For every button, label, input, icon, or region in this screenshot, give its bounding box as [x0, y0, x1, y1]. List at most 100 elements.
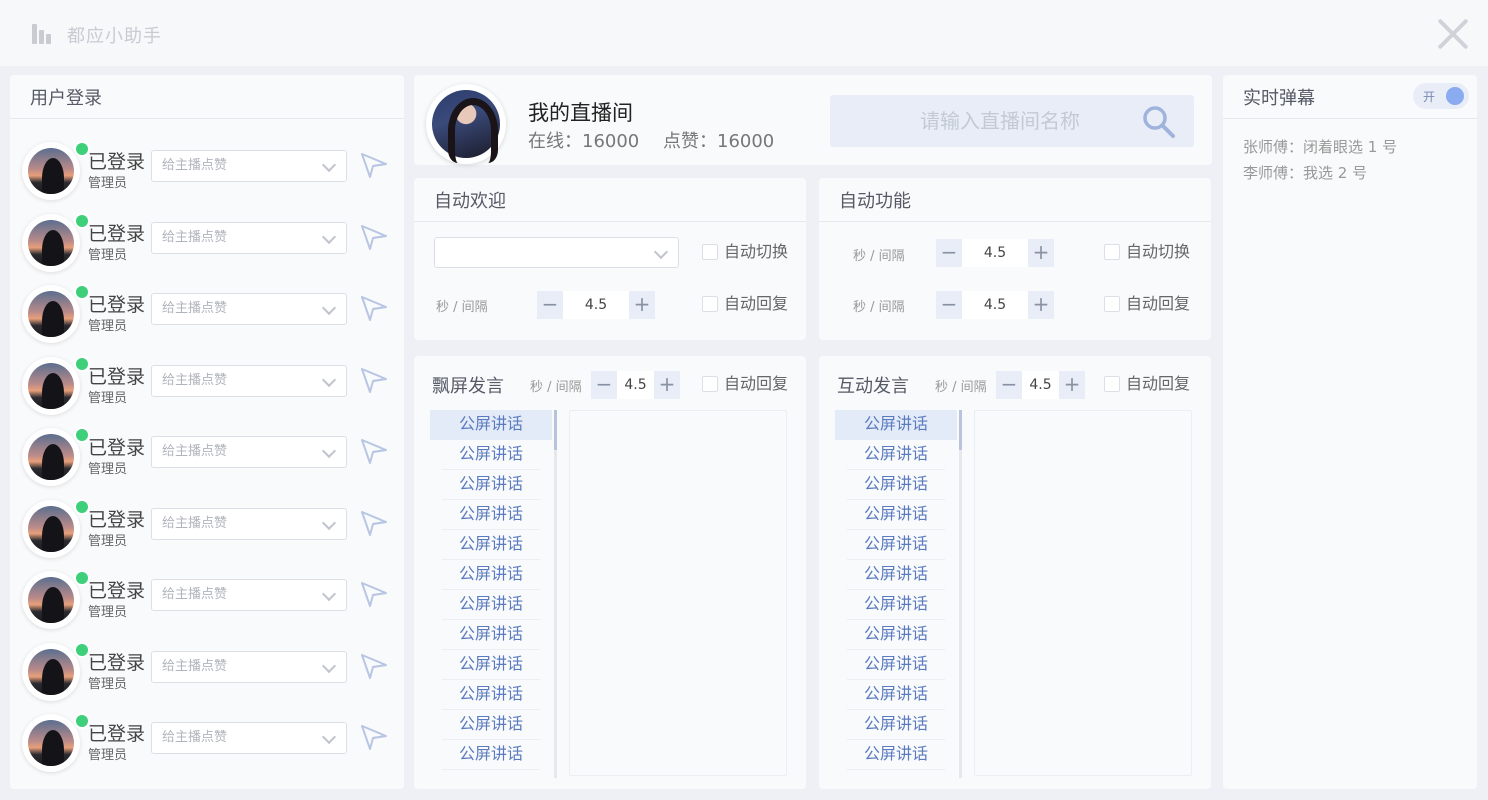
interactive-message-editor[interactable] [974, 410, 1192, 776]
send-icon[interactable] [360, 723, 388, 751]
send-icon[interactable] [360, 223, 388, 251]
increment-button[interactable]: + [629, 291, 655, 319]
autofn-auto-reply-checkbox[interactable]: 自动回复 [1104, 294, 1190, 314]
float-interval-stepper: − 4.5 + [591, 371, 680, 399]
message-list-item[interactable]: 公屏讲话 [442, 470, 540, 500]
room-stats: 在线：16000 点赞：16000 [528, 127, 792, 153]
message-list-item[interactable]: 公屏讲话 [847, 500, 945, 530]
welcome-auto-switch-checkbox[interactable]: 自动切换 [702, 242, 788, 262]
message-list-item[interactable]: 公屏讲话 [442, 680, 540, 710]
user-login-panel: 用户登录 已登录 管理员 给主播点赞 已登录 管理员 给主播点赞 已登录 管理员 给主播点赞 已登… [10, 75, 404, 789]
user-role: 管理员 [88, 176, 128, 191]
decrement-button[interactable]: − [537, 291, 563, 319]
interval-value[interactable]: 4.5 [563, 291, 629, 319]
user-role: 管理员 [88, 390, 128, 406]
send-icon[interactable] [360, 294, 388, 322]
scrollbar[interactable] [959, 410, 962, 778]
float-message-editor[interactable] [569, 410, 787, 776]
message-list-item[interactable]: 公屏讲话 [847, 470, 945, 500]
decrement-button[interactable]: − [936, 239, 962, 267]
live-room-header: 我的直播间 在线：16000 点赞：16000 [414, 75, 1212, 165]
message-list-item[interactable]: 公屏讲话 [442, 560, 540, 590]
interval-value[interactable]: 4.5 [617, 371, 654, 399]
room-search [830, 95, 1194, 147]
send-icon[interactable] [360, 366, 388, 394]
increment-button[interactable]: + [1028, 239, 1054, 267]
room-avatar [426, 84, 506, 164]
user-row: 已登录 管理员 给主播点赞 [10, 280, 404, 352]
chevron-down-icon [321, 300, 337, 316]
message-list-item[interactable]: 公屏讲话 [442, 440, 540, 470]
like-select[interactable]: 给主播点赞 [151, 150, 347, 182]
inter-auto-reply-checkbox[interactable]: 自动回复 [1104, 374, 1190, 394]
avatar [22, 141, 90, 200]
message-list-item[interactable]: 公屏讲话 [442, 740, 540, 770]
welcome-auto-reply-checkbox[interactable]: 自动回复 [702, 294, 788, 314]
message-list-item[interactable]: 公屏讲话 [442, 500, 540, 530]
autofn-auto-switch-checkbox[interactable]: 自动切换 [1104, 242, 1190, 262]
auto-welcome-title: 自动欢迎 [414, 178, 806, 222]
decrement-button[interactable]: − [936, 291, 962, 319]
like-select[interactable]: 给主播点赞 [151, 293, 347, 325]
like-select[interactable]: 给主播点赞 [151, 221, 347, 254]
like-select[interactable]: 给主播点赞 [151, 722, 347, 754]
message-list-item[interactable]: 公屏讲话 [847, 710, 945, 740]
danmu-toggle[interactable]: 开 [1413, 83, 1469, 109]
like-select[interactable]: 给主播点赞 [151, 579, 347, 611]
inter-interval-label: 秒 / 间隔 [935, 380, 987, 395]
message-list-item[interactable]: 公屏讲话 [847, 620, 945, 650]
login-status: 已登录 [88, 580, 146, 602]
like-select[interactable]: 给主播点赞 [151, 364, 347, 397]
increment-button[interactable]: + [1028, 291, 1054, 319]
like-select[interactable]: 给主播点赞 [151, 507, 347, 540]
user-role: 管理员 [88, 748, 128, 763]
interactive-message-title: 互动发言 [837, 376, 909, 397]
online-count: 在线：16000 [528, 131, 640, 152]
interval-value[interactable]: 4.5 [962, 291, 1028, 319]
float-message-list: 公屏讲话 公屏讲话 公屏讲话 公屏讲话 公屏讲话 公屏讲话 公屏讲话 公屏讲话 公屏讲话 公屏讲话… [430, 410, 556, 778]
avatar [22, 427, 90, 486]
message-list-item[interactable]: 公屏讲话 [847, 530, 945, 560]
message-list-item[interactable]: 公屏讲话 [835, 410, 957, 440]
message-list-item[interactable]: 公屏讲话 [442, 650, 540, 680]
interval-value[interactable]: 4.5 [962, 239, 1028, 267]
user-row: 已登录管理员 给主播点赞 [10, 638, 404, 710]
like-select[interactable]: 给主播点赞 [151, 436, 347, 468]
message-list-item[interactable]: 公屏讲话 [847, 590, 945, 620]
scrollbar[interactable] [554, 410, 557, 778]
welcome-template-select[interactable] [434, 237, 679, 268]
message-list-item[interactable]: 公屏讲话 [442, 530, 540, 560]
send-icon[interactable] [360, 509, 388, 537]
user-role: 管理员 [88, 676, 128, 692]
message-list-item[interactable]: 公屏讲话 [847, 560, 945, 590]
increment-button[interactable]: + [654, 371, 680, 399]
message-list-item[interactable]: 公屏讲话 [430, 410, 552, 440]
search-icon[interactable] [1142, 105, 1176, 139]
danmu-message: 张师傅：闭着眼选 1 号 [1243, 138, 1398, 156]
interval-value[interactable]: 4.5 [1022, 371, 1059, 399]
autofn-interval-stepper-1: − 4.5 + [936, 239, 1054, 267]
message-list-item[interactable]: 公屏讲话 [847, 680, 945, 710]
increment-button[interactable]: + [1059, 371, 1085, 399]
message-list-item[interactable]: 公屏讲话 [442, 620, 540, 650]
send-icon[interactable] [360, 151, 388, 179]
send-icon[interactable] [360, 652, 388, 680]
send-icon[interactable] [360, 437, 388, 465]
close-icon[interactable] [1436, 16, 1470, 50]
decrement-button[interactable]: − [996, 371, 1022, 399]
user-row: 已登录 管理员 给主播点赞 [10, 137, 404, 209]
message-list-item[interactable]: 公屏讲话 [847, 740, 945, 770]
room-search-input[interactable] [830, 95, 1130, 147]
float-auto-reply-checkbox[interactable]: 自动回复 [702, 374, 788, 394]
user-row: 已登录 管理员 给主播点赞 [10, 352, 404, 424]
send-icon[interactable] [360, 580, 388, 608]
decrement-button[interactable]: − [591, 371, 617, 399]
user-row: 已登录 管理员 给主播点赞 [10, 566, 404, 638]
message-list-item[interactable]: 公屏讲话 [847, 650, 945, 680]
login-status: 已登录 [88, 651, 146, 674]
message-list-item[interactable]: 公屏讲话 [442, 590, 540, 620]
avatar [22, 284, 90, 343]
message-list-item[interactable]: 公屏讲话 [442, 710, 540, 740]
like-select[interactable]: 给主播点赞 [151, 650, 347, 683]
message-list-item[interactable]: 公屏讲话 [847, 440, 945, 470]
